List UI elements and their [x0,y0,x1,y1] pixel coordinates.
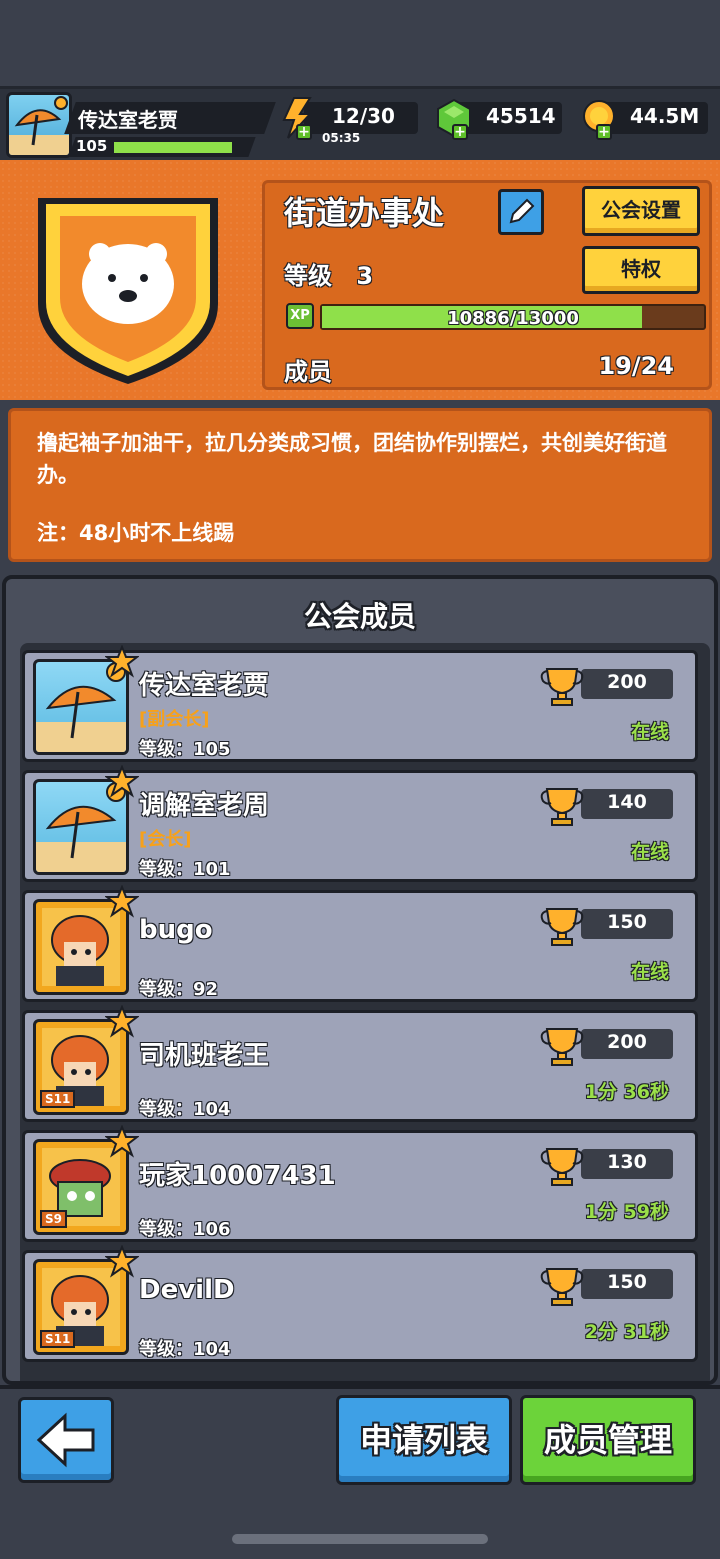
gems-value: 45514 [486,104,556,128]
member-name: 玩家10007431 [139,1161,336,1191]
trophy-value: 130 [607,1151,647,1173]
trophy-value: 200 [607,671,647,693]
member-card[interactable]: S11 DevilD 等级：104 150 2分 31秒 [22,1245,698,1362]
members-count-value: 19/24 [598,352,674,380]
guild-xp-text: 10886/13000 [447,308,579,329]
member-level: 等级：106 [139,1219,231,1240]
guild-level-label: 等级 3 [284,256,373,291]
coins-value: 44.5M [630,104,700,128]
member-role: [会长] [139,829,192,850]
rank-badge-icon [105,1125,139,1158]
guild-xp-bar: 10886/13000 [320,304,706,330]
member-name: 司机班老王 [139,1041,270,1071]
add-coins-icon[interactable]: + [596,124,612,140]
rank-badge-icon [105,1005,139,1038]
member-status: 在线 [630,961,669,983]
back-arrow-icon [36,1412,95,1468]
members-panel-title: 公会成员 [303,600,416,633]
back-button[interactable] [18,1397,114,1483]
member-manage-button[interactable]: 成员管理 [520,1395,696,1485]
rank-badge-icon [105,645,139,678]
player-level-progress [114,142,232,153]
pencil-icon [509,198,535,224]
member-level: 等级：92 [139,979,219,1000]
season-tag: S9 [40,1210,67,1228]
member-status: 1分 36秒 [584,1081,669,1103]
member-level: 等级：104 [139,1099,231,1120]
member-status: 在线 [630,721,669,743]
trophy-icon [540,908,584,946]
player-name: 传达室老贾 [78,108,178,132]
guild-emblem-bear-icon[interactable] [30,184,226,390]
trophy-value: 150 [607,911,647,933]
rank-badge-icon [105,885,139,918]
energy-value: 12/30 [332,104,395,128]
privilege-button[interactable]: 特权 [582,246,700,294]
member-name: 传达室老贾 [139,671,270,701]
home-indicator [232,1534,488,1544]
energy-timer: 05:35 [322,131,361,145]
member-card[interactable]: S9 玩家10007431 等级：106 130 1分 59秒 [22,1125,698,1242]
member-name: 调解室老周 [139,791,270,821]
guild-description-box: 撸起袖子加油干，拉几分类成习惯，团结协作别摆烂，共创美好街道办。 注：48小时不… [8,408,712,562]
rank-badge-icon [105,1245,139,1278]
add-energy-icon[interactable]: + [296,124,312,140]
member-status: 2分 31秒 [584,1321,669,1343]
season-tag: S11 [40,1330,76,1348]
trophy-icon [540,1268,584,1306]
guild-level-value: 3 [356,262,374,290]
guild-description: 撸起袖子加油干，拉几分类成习惯，团结协作别摆烂，共创美好街道办。 [37,431,667,487]
member-role: [副会长] [139,709,210,730]
member-name: DevilD [139,1275,235,1305]
member-card[interactable]: bugo 等级：92 150 在线 [22,885,698,1002]
member-level: 等级：101 [139,859,231,880]
rank-badge-icon [105,765,139,798]
members-count-label: 成员 [284,358,332,386]
member-card[interactable]: S11 司机班老王等级：104 200 1分 36秒 [22,1005,698,1122]
beach-umbrella-icon [9,96,69,155]
member-card[interactable]: 调解室老周 [会长] 等级：101 140 在线 [22,765,698,882]
guild-name: 街道办事处 [284,194,445,232]
add-gems-icon[interactable]: + [452,124,468,140]
trophy-value: 200 [607,1031,647,1053]
member-card[interactable]: 传达室老贾 [副会长] 等级：105 200 在线 [22,645,698,762]
member-status: 1分 59秒 [584,1201,669,1223]
member-level: 等级：104 [139,1339,231,1360]
guild-level-text: 等级 [284,262,332,290]
guild-settings-button[interactable]: 公会设置 [582,186,700,236]
season-tag: S11 [40,1090,76,1108]
member-level: 等级：105 [139,739,231,760]
member-status: 在线 [630,841,669,863]
system-status-bar [0,0,720,86]
apply-list-button[interactable]: 申请列表 [336,1395,512,1485]
player-avatar[interactable] [6,92,72,158]
edit-guild-name-button[interactable] [498,189,544,235]
trophy-icon [540,1028,584,1066]
trophy-icon [540,1148,584,1186]
guild-note: 注：48小时不上线踢 [37,521,235,545]
trophy-icon [540,668,584,706]
member-name: bugo [139,915,213,945]
xp-icon: XP [286,303,314,329]
player-level: 105 [76,137,108,155]
trophy-icon [540,788,584,826]
trophy-value: 150 [607,1271,647,1293]
trophy-value: 140 [607,791,647,813]
